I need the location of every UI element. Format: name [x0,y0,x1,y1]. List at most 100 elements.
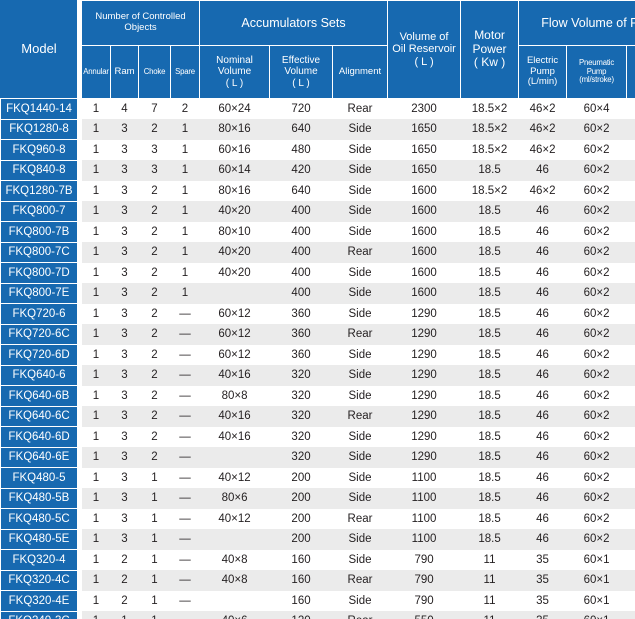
cell-ram: 2 [110,590,139,611]
cell-alignment: Rear [332,611,388,619]
cell-effective-volume: 400 [269,262,333,283]
specification-table: Model Number of Controlled Objects Accum… [0,0,635,619]
header-spare: Spare [169,45,201,99]
cell-electric-pump: 46 [518,344,567,365]
cell-pneumatic-pump: 60×2 [566,447,627,468]
cell-spare: 1 [170,139,200,160]
cell-electric-pump: 46 [518,365,567,386]
cell-oil-reservoir: 1100 [387,508,461,529]
cell-model: FKQ840-8 [0,159,78,181]
cell-pneumatic-pump: 60×2 [566,242,627,263]
cell-pneumatic-pump: 60×2 [566,160,627,181]
cell-spare: 1 [170,262,200,283]
table-row: FKQ640-6C 1 3 2—40×16 320 Rear 1290 18.5 46 60×2 [0,405,635,427]
cell-choke: 1 [138,467,171,488]
cell-motor-power: 18.5 [460,160,519,181]
cell-choke: 1 [138,590,171,611]
cell-electric-pump: 46 [518,467,567,488]
cell-nominal-volume: 80×16 [199,119,270,140]
cell-manual-pump [626,324,635,345]
table-row: FKQ1280-7B 1 3 2 1 80×16 640 Side 1600 18.5×2 46×2… [0,180,635,202]
cell-spare: 1 [170,180,200,201]
cell-pneumatic-pump: 60×2 [566,385,627,406]
cell-oil-reservoir: 1600 [387,221,461,242]
cell-effective-volume: 420 [269,160,333,181]
manual-pump-line2: Pump [628,68,635,77]
cell-alignment: Side [332,119,388,140]
cell-nominal-volume [199,529,270,550]
cell-electric-pump: 46 [518,262,567,283]
cell-manual-pump [626,221,635,242]
cell-spare: — [170,303,200,324]
cell-pneumatic-pump: 60×1 [566,570,627,591]
cell-oil-reservoir: 790 [387,590,461,611]
cell-pneumatic-pump: 60×2 [566,508,627,529]
cell-effective-volume: 320 [269,385,333,406]
cell-choke: 3 [138,160,171,181]
cell-manual-pump [626,262,635,283]
cell-choke: 2 [138,180,171,201]
cell-oil-reservoir: 1290 [387,365,461,386]
cell-model: FKQ1440-14 [0,98,78,120]
cell-annular: 1 [81,201,111,222]
cell-manual-pump [626,365,635,386]
table-row: FKQ960-8 1 3 3 1 60×16 480 Side 1650 18.5×2 46×2 60… [0,139,635,161]
cell-effective-volume: 400 [269,201,333,222]
cell-nominal-volume: 40×8 [199,549,270,570]
cell-alignment: Side [332,201,388,222]
cell-electric-pump: 46 [518,529,567,550]
cell-effective-volume: 200 [269,508,333,529]
cell-annular: 1 [81,529,111,550]
cell-spare: 1 [170,283,200,304]
oil-reservoir-line1: Volume of [399,31,449,44]
cell-oil-reservoir: 1290 [387,303,461,324]
table-row: FKQ1440-14 1 4 7 2 60×24 720 Rear 2300 18.5×2 46×2… [0,98,635,120]
cell-electric-pump: 46 [518,221,567,242]
table-row: FKQ640-6E 1 3 2— 320 Side 1290 18.5 46 60×2 [0,446,635,468]
cell-manual-pump [626,242,635,263]
cell-motor-power: 18.5 [460,529,519,550]
cell-annular: 1 [81,365,111,386]
cell-choke: 2 [138,242,171,263]
cell-effective-volume: 160 [269,590,333,611]
cell-alignment: Side [332,139,388,160]
cell-annular: 1 [81,221,111,242]
cell-model: FKQ1280-7B [0,180,78,202]
cell-manual-pump [626,283,635,304]
cell-annular: 1 [81,447,111,468]
cell-spare: — [170,570,200,591]
cell-model: FKQ320-4C [0,569,78,591]
cell-oil-reservoir: 1290 [387,344,461,365]
cell-choke: 2 [138,406,171,427]
cell-motor-power: 18.5 [460,303,519,324]
header-alignment: Alignment [332,45,389,99]
cell-ram: 3 [110,385,139,406]
cell-electric-pump: 46 [518,508,567,529]
cell-spare: — [170,529,200,550]
header-electric-pump: Electric Pump (L/min) [518,45,568,99]
header-oil-reservoir: Volume of Oil Reservoir ( L ) [387,0,462,99]
cell-choke: 7 [138,98,171,119]
cell-oil-reservoir: 1290 [387,447,461,468]
table-row: FKQ480-5C 1 3 1—40×12 200 Rear 1100 18.5 46 60×2 [0,508,635,530]
cell-alignment: Side [332,590,388,611]
table-row: FKQ640-6D 1 3 2—40×16 320 Side 1290 18.5 46 60×2 [0,426,635,448]
cell-motor-power: 18.5 [460,201,519,222]
cell-manual-pump [626,488,635,509]
cell-annular: 1 [81,119,111,140]
header-effective-volume: Effective Volume ( L ) [269,45,334,99]
manual-pump-line3: (ml/stroke) [628,76,635,85]
cell-nominal-volume: 80×10 [199,221,270,242]
cell-spare: 1 [170,242,200,263]
cell-ram: 4 [110,98,139,119]
cell-choke: 2 [138,283,171,304]
cell-nominal-volume: 40×20 [199,262,270,283]
cell-pneumatic-pump: 60×2 [566,344,627,365]
cell-choke: 2 [138,426,171,447]
cell-nominal-volume: 60×16 [199,139,270,160]
cell-motor-power: 18.5 [460,406,519,427]
table-row: FKQ840-8 1 3 3 1 60×14 420 Side 1650 18.5 46 60×2 [0,159,635,181]
oil-reservoir-line3: ( L ) [414,55,434,68]
cell-choke: 1 [138,488,171,509]
cell-nominal-volume: 40×16 [199,406,270,427]
